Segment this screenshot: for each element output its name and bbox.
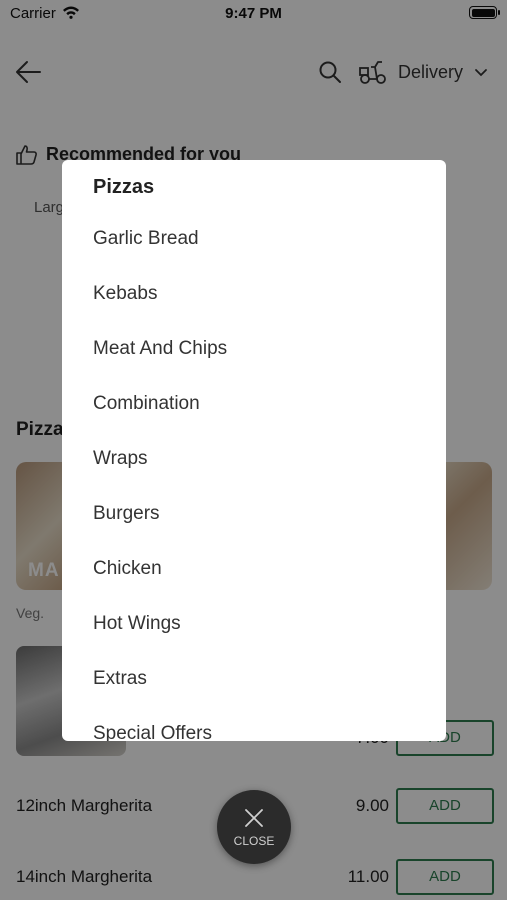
category-item[interactable]: Extras: [62, 656, 446, 711]
category-menu-title[interactable]: Pizzas: [93, 176, 154, 199]
category-item[interactable]: Meat And Chips: [62, 326, 446, 381]
category-item[interactable]: Burgers: [62, 491, 446, 546]
category-list: Garlic Bread Kebabs Meat And Chips Combi…: [62, 216, 446, 741]
close-button[interactable]: CLOSE: [217, 790, 291, 864]
category-item[interactable]: Wraps: [62, 436, 446, 491]
close-label: CLOSE: [233, 834, 275, 848]
close-icon: [245, 809, 263, 827]
category-item[interactable]: Hot Wings: [62, 601, 446, 656]
category-item[interactable]: Garlic Bread: [62, 216, 446, 271]
category-item[interactable]: Chicken: [62, 546, 446, 601]
category-menu-modal: Pizzas Garlic Bread Kebabs Meat And Chip…: [62, 160, 446, 741]
category-item[interactable]: Special Offers: [62, 711, 446, 741]
category-item[interactable]: Kebabs: [62, 271, 446, 326]
category-item[interactable]: Combination: [62, 381, 446, 436]
